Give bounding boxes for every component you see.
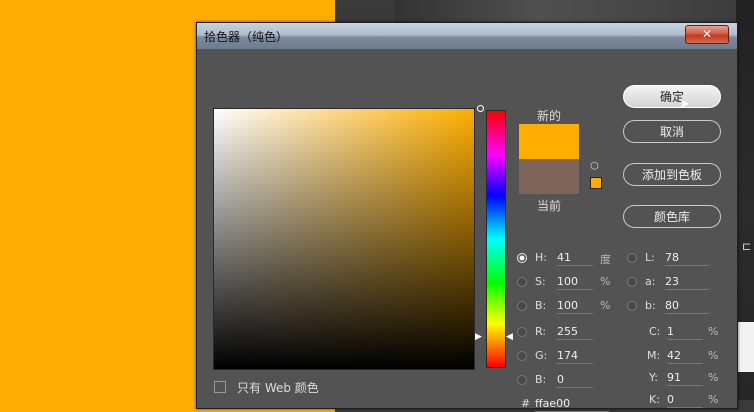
yellow-unit: %: [708, 371, 719, 384]
saturation-label: S:: [535, 275, 546, 288]
blue-radio[interactable]: [517, 375, 527, 385]
current-color-label: 当前: [537, 199, 562, 213]
hue-slider[interactable]: [486, 110, 506, 368]
hue-radio[interactable]: [517, 253, 527, 263]
hue-label: H:: [535, 251, 547, 264]
lab-l-label: L:: [645, 251, 655, 264]
black-field[interactable]: 0: [667, 393, 703, 408]
hue-field[interactable]: 41: [557, 251, 593, 266]
brightness-unit: %: [600, 299, 611, 312]
cube-icon[interactable]: ⬡: [590, 161, 601, 172]
lab-b-field[interactable]: 80: [665, 299, 709, 314]
new-color-label: 新的: [537, 109, 562, 123]
black-unit: %: [708, 393, 719, 406]
brightness-label: B:: [535, 299, 547, 312]
dialog-title: 拾色器（纯色）: [204, 30, 289, 44]
picker-panel: ▶ ◀ 新的 当前 ⬡ 确定 ➤ 取消 添加到色板 颜色库 H: 41 度 S:…: [201, 49, 733, 412]
add-to-swatches-button[interactable]: 添加到色板: [623, 163, 721, 186]
title-bar[interactable]: 拾色器（纯色） ✕: [197, 23, 737, 49]
hue-slider-left-arrow-icon[interactable]: ▶: [475, 332, 482, 342]
ok-button[interactable]: 确定: [623, 85, 721, 108]
color-field[interactable]: [213, 105, 484, 370]
red-radio[interactable]: [517, 327, 527, 337]
green-label: G:: [535, 349, 548, 362]
lab-a-label: a:: [645, 275, 656, 288]
green-radio[interactable]: [517, 351, 527, 361]
magenta-label: M:: [647, 349, 661, 362]
new-color-swatch: [519, 124, 579, 159]
brightness-radio[interactable]: [517, 301, 527, 311]
hex-field[interactable]: ffae00: [535, 397, 609, 412]
cyan-label: C:: [649, 325, 661, 338]
green-field[interactable]: 174: [557, 349, 593, 364]
brightness-field[interactable]: 100: [557, 299, 593, 314]
color-field-marker[interactable]: [477, 105, 484, 112]
red-label: R:: [535, 325, 547, 338]
yellow-field[interactable]: 91: [667, 371, 703, 386]
color-picker-dialog: 拾色器（纯色） ✕ ▶ ◀ 新的 当前 ⬡ 确定 ➤ 取消 添加到色板 颜色库 …: [196, 22, 738, 412]
yellow-label: Y:: [649, 371, 658, 384]
current-color-swatch[interactable]: [519, 159, 579, 194]
lab-b-label: b:: [645, 299, 656, 312]
saturation-field[interactable]: 100: [557, 275, 593, 290]
side-marker-icon: ⊏: [742, 240, 752, 253]
web-colors-only-checkbox[interactable]: [214, 381, 226, 393]
cyan-unit: %: [708, 325, 719, 338]
black-label: K:: [649, 393, 660, 406]
lab-a-radio[interactable]: [627, 277, 637, 287]
blue-field[interactable]: 0: [557, 373, 593, 388]
cursor-icon: ➤: [679, 97, 690, 112]
hex-label: #: [521, 397, 531, 410]
lab-b-radio[interactable]: [627, 301, 637, 311]
hue-unit: 度: [600, 253, 611, 266]
web-safe-swatch[interactable]: [590, 177, 602, 189]
close-icon: ✕: [701, 27, 713, 41]
color-libraries-button[interactable]: 颜色库: [623, 205, 721, 228]
magenta-field[interactable]: 42: [667, 349, 703, 364]
blue-label: B:: [535, 373, 547, 386]
magenta-unit: %: [708, 349, 719, 362]
saturation-radio[interactable]: [517, 277, 527, 287]
cyan-field[interactable]: 1: [667, 325, 703, 340]
web-colors-only-label: 只有 Web 颜色: [237, 381, 319, 395]
red-field[interactable]: 255: [557, 325, 593, 340]
close-button[interactable]: ✕: [685, 25, 729, 44]
lab-l-radio[interactable]: [627, 253, 637, 263]
lab-a-field[interactable]: 23: [665, 275, 709, 290]
cancel-button[interactable]: 取消: [623, 120, 721, 143]
saturation-unit: %: [600, 275, 611, 288]
side-panel-block: [738, 322, 754, 372]
lab-l-field[interactable]: 78: [665, 251, 709, 266]
hue-slider-right-arrow-icon[interactable]: ◀: [506, 332, 513, 342]
